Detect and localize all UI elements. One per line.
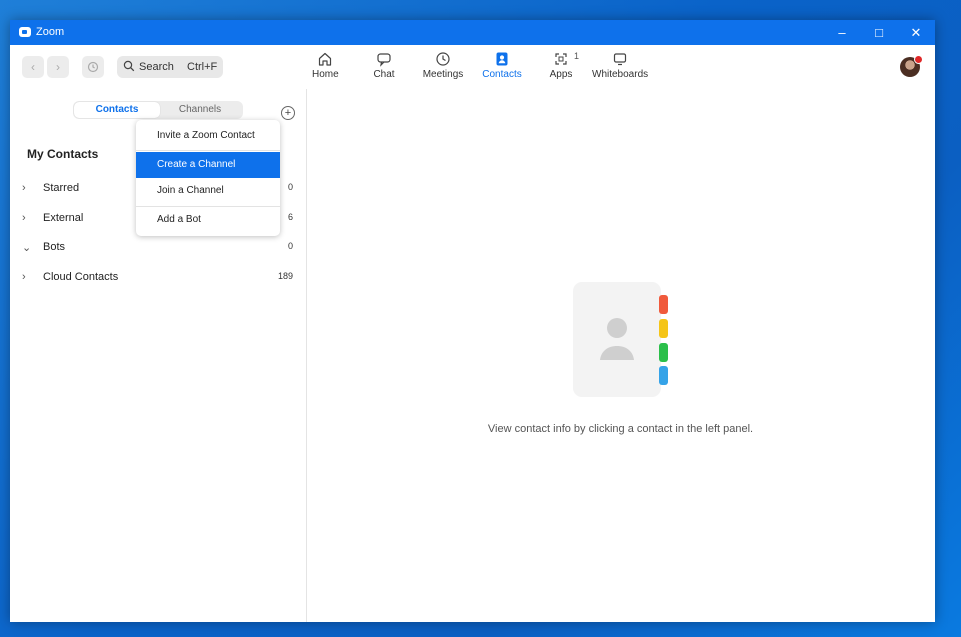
search-shortcut: Ctrl+F xyxy=(187,61,218,73)
nav-contacts-label: Contacts xyxy=(482,69,522,80)
group-count: 6 xyxy=(287,212,293,222)
home-icon xyxy=(318,52,332,66)
group-count: 189 xyxy=(277,271,293,281)
chat-icon xyxy=(377,53,391,67)
menu-item-create-channel[interactable]: Create a Channel xyxy=(136,152,280,178)
group-label: Starred xyxy=(43,182,80,194)
nav-home-label: Home xyxy=(312,69,339,80)
minimize-button[interactable]: – xyxy=(823,20,861,45)
nav-whiteboards[interactable]: Whiteboards xyxy=(592,51,648,80)
add-dropdown-menu: Invite a Zoom Contact Create a Channel J… xyxy=(136,120,280,236)
my-contacts-heading: My Contacts xyxy=(27,147,99,161)
history-button[interactable] xyxy=(82,56,104,78)
nav-whiteboards-label: Whiteboards xyxy=(592,69,649,80)
apps-badge: 1 xyxy=(573,51,579,61)
address-book-icon xyxy=(573,282,668,397)
close-button[interactable]: ✕ xyxy=(897,20,935,45)
profile-avatar[interactable] xyxy=(900,55,923,77)
group-label: External xyxy=(43,212,84,224)
nav-meetings-label: Meetings xyxy=(422,69,464,80)
search-label: Search xyxy=(139,61,174,73)
menu-item-join-channel[interactable]: Join a Channel xyxy=(136,178,280,204)
maximize-button[interactable]: □ xyxy=(860,20,898,45)
search-box[interactable]: Search Ctrl+F xyxy=(117,56,223,78)
top-toolbar: ‹ › Search Ctrl+F Home Chat Meetings Con… xyxy=(10,45,935,89)
tab-contacts[interactable]: Contacts xyxy=(74,102,160,118)
group-label: Cloud Contacts xyxy=(43,271,119,283)
contacts-icon xyxy=(496,52,508,66)
chevron-right-icon: › xyxy=(22,271,26,283)
nav-meetings[interactable]: Meetings xyxy=(422,51,464,80)
whiteboard-icon xyxy=(613,53,627,66)
nav-chat-label: Chat xyxy=(373,69,395,80)
menu-item-add-bot[interactable]: Add a Bot xyxy=(136,207,280,233)
chevron-right-icon: › xyxy=(22,182,26,194)
contacts-channels-switch: Contacts Channels xyxy=(73,101,243,119)
empty-state-message: View contact info by clicking a contact … xyxy=(487,423,754,435)
clock-icon xyxy=(436,52,450,66)
contact-group-cloud-contacts[interactable]: › Cloud Contacts 189 xyxy=(10,267,306,289)
zoom-logo-icon xyxy=(19,27,31,37)
back-button[interactable]: ‹ xyxy=(22,56,44,78)
apps-icon xyxy=(555,53,567,65)
nav-chat[interactable]: Chat xyxy=(371,51,397,80)
contact-group-bots[interactable]: ⌄ Bots 0 xyxy=(10,237,306,259)
group-count: 0 xyxy=(287,182,293,192)
notification-dot xyxy=(914,55,923,64)
menu-item-invite-contact[interactable]: Invite a Zoom Contact xyxy=(136,123,280,149)
chevron-down-icon: ⌄ xyxy=(22,242,32,254)
forward-button[interactable]: › xyxy=(47,56,69,78)
group-label: Bots xyxy=(43,241,66,253)
nav-apps-label: Apps xyxy=(549,69,573,80)
zoom-window: Zoom – □ ✕ ‹ › Search Ctrl+F Home Chat M… xyxy=(10,20,935,622)
menu-divider xyxy=(136,150,280,151)
nav-apps[interactable]: 1 Apps xyxy=(549,51,579,80)
chevron-right-icon: › xyxy=(22,212,26,224)
window-title: Zoom xyxy=(36,26,65,38)
plus-icon: + xyxy=(284,107,292,119)
nav-home[interactable]: Home xyxy=(312,51,339,80)
search-icon xyxy=(123,60,135,72)
tab-channels[interactable]: Channels xyxy=(157,102,243,118)
history-icon xyxy=(87,61,99,73)
add-button[interactable]: + xyxy=(281,106,295,120)
nav-contacts[interactable]: Contacts xyxy=(482,51,522,80)
group-count: 0 xyxy=(287,241,293,251)
title-bar: Zoom – □ ✕ xyxy=(10,20,935,45)
